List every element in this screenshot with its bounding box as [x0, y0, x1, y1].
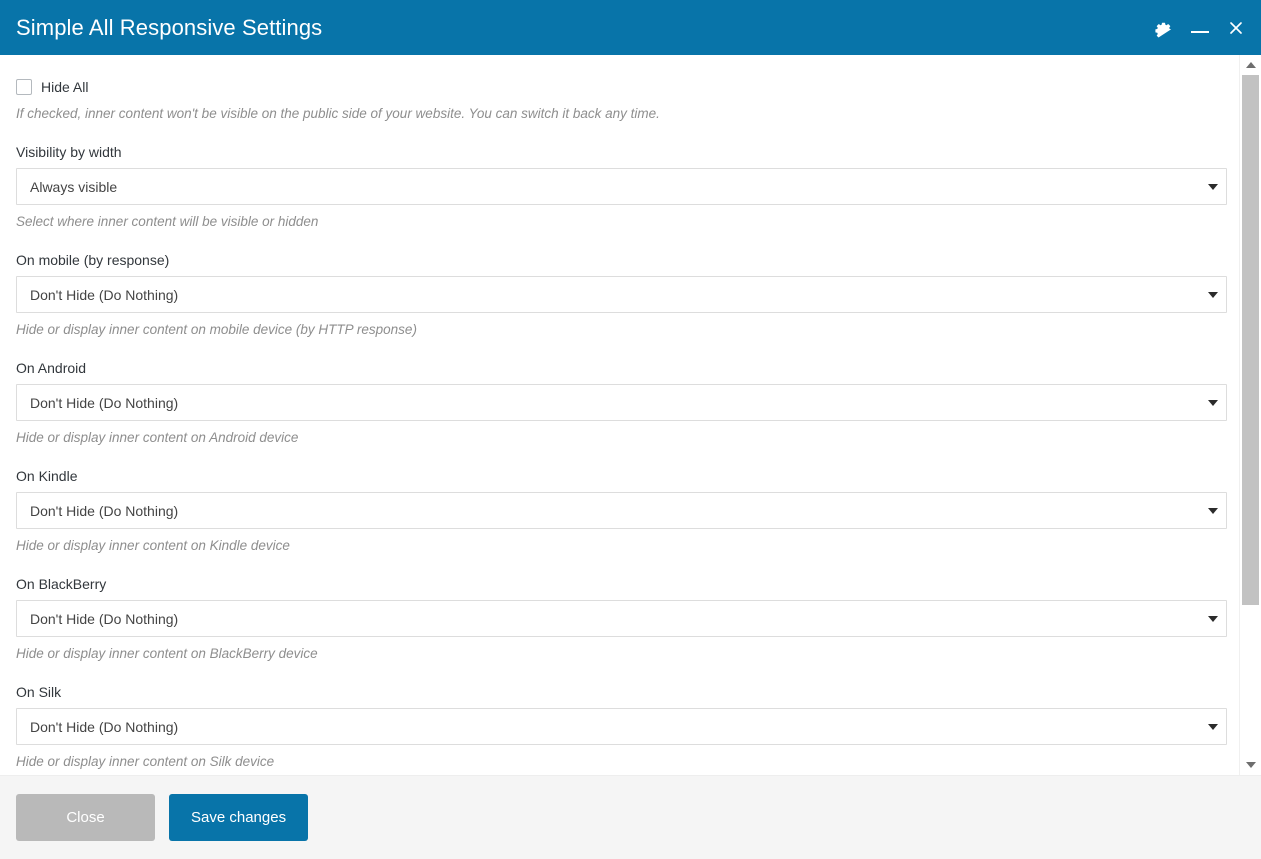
modal-body-wrap: Hide All If checked, inner content won't… — [0, 55, 1261, 775]
hide-all-checkbox[interactable] — [16, 79, 32, 95]
modal-footer: Close Save changes — [0, 775, 1261, 859]
scrollbar-thumb[interactable] — [1242, 75, 1259, 605]
field-on-kindle[interactable]: Don't Hide (Do Nothing) — [16, 492, 1227, 529]
label-visibility-by-width: Visibility by width — [16, 143, 1223, 161]
modal-header: Simple All Responsive Settings — [0, 0, 1261, 55]
help-on-android: Hide or display inner content on Android… — [16, 429, 1223, 447]
close-window-button[interactable] — [1225, 17, 1247, 39]
settings-gear-button[interactable] — [1153, 17, 1175, 39]
scroll-down-button[interactable] — [1240, 755, 1261, 775]
close-icon — [1227, 19, 1245, 37]
settings-form: Hide All If checked, inner content won't… — [0, 55, 1239, 775]
header-actions — [1153, 17, 1247, 39]
select-on-silk[interactable]: Don't Hide (Do Nothing) — [16, 708, 1227, 745]
hide-all-help: If checked, inner content won't be visib… — [16, 105, 1223, 123]
help-visibility-by-width: Select where inner content will be visib… — [16, 213, 1223, 231]
select-visibility-by-width[interactable]: Always visible — [16, 168, 1227, 205]
label-on-android: On Android — [16, 359, 1223, 377]
label-on-silk: On Silk — [16, 683, 1223, 701]
select-on-kindle[interactable]: Don't Hide (Do Nothing) — [16, 492, 1227, 529]
minimize-icon — [1191, 31, 1209, 33]
close-button[interactable]: Close — [16, 794, 155, 841]
hide-all-label: Hide All — [41, 78, 88, 96]
settings-modal: Simple All Responsive Settings — [0, 0, 1261, 859]
scrollbar-track[interactable] — [1240, 75, 1261, 755]
vertical-scrollbar[interactable] — [1239, 55, 1261, 775]
caret-down-icon — [1246, 762, 1256, 768]
label-on-kindle: On Kindle — [16, 467, 1223, 485]
caret-up-icon — [1246, 62, 1256, 68]
field-visibility-by-width[interactable]: Always visible — [16, 168, 1227, 205]
help-on-kindle: Hide or display inner content on Kindle … — [16, 537, 1223, 555]
label-on-mobile-by-response: On mobile (by response) — [16, 251, 1223, 269]
help-on-blackberry: Hide or display inner content on BlackBe… — [16, 645, 1223, 663]
help-on-mobile-by-response: Hide or display inner content on mobile … — [16, 321, 1223, 339]
select-on-mobile-by-response[interactable]: Don't Hide (Do Nothing) — [16, 276, 1227, 313]
hide-all-row[interactable]: Hide All — [16, 77, 1223, 97]
label-on-blackberry: On BlackBerry — [16, 575, 1223, 593]
gear-icon — [1154, 18, 1174, 38]
help-on-silk: Hide or display inner content on Silk de… — [16, 753, 1223, 771]
select-on-android[interactable]: Don't Hide (Do Nothing) — [16, 384, 1227, 421]
field-on-silk[interactable]: Don't Hide (Do Nothing) — [16, 708, 1227, 745]
page-title: Simple All Responsive Settings — [16, 17, 322, 39]
minimize-button[interactable] — [1189, 17, 1211, 39]
save-changes-button[interactable]: Save changes — [169, 794, 308, 841]
field-on-blackberry[interactable]: Don't Hide (Do Nothing) — [16, 600, 1227, 637]
field-on-mobile-by-response[interactable]: Don't Hide (Do Nothing) — [16, 276, 1227, 313]
scroll-up-button[interactable] — [1240, 55, 1261, 75]
field-on-android[interactable]: Don't Hide (Do Nothing) — [16, 384, 1227, 421]
select-on-blackberry[interactable]: Don't Hide (Do Nothing) — [16, 600, 1227, 637]
